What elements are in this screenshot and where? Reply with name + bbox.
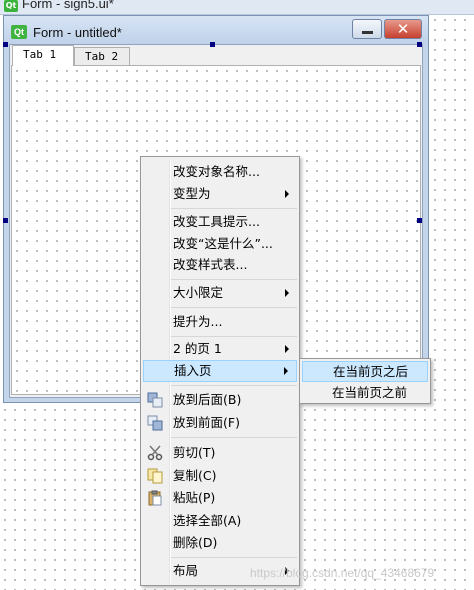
menu-separator — [171, 279, 297, 280]
menu-item-change-tooltip[interactable]: 改变工具提示... — [143, 211, 297, 233]
menu-item-label: 改变样式表... — [173, 257, 248, 272]
submenu-item-label: 在当前页之后 — [333, 364, 409, 379]
menu-item-label: 放到后面(B) — [173, 392, 242, 407]
minimize-icon — [362, 31, 373, 34]
menu-separator — [171, 437, 297, 438]
menu-item-label: 提升为... — [173, 314, 223, 329]
menu-item-change-object-name[interactable]: 改变对象名称... — [143, 161, 297, 183]
menu-item-label: 删除(D) — [173, 535, 218, 550]
copy-icon — [147, 468, 163, 484]
submenu-arrow-icon — [285, 289, 289, 297]
background-window-title: Form - sign5.ui* — [22, 0, 114, 11]
menu-item-label: 改变工具提示... — [173, 214, 260, 229]
menu-item-label: 粘贴(P) — [173, 490, 216, 505]
scissors-icon — [147, 445, 163, 461]
menu-separator — [171, 385, 297, 386]
menu-item-label: 布局 — [173, 563, 199, 578]
context-menu: 改变对象名称... 变型为 改变工具提示... 改变“这是什么”... 改变样式… — [140, 156, 300, 586]
menu-item-label: 放到前面(F) — [173, 415, 240, 430]
selection-handle[interactable] — [210, 42, 215, 47]
menu-item-label: 选择全部(A) — [173, 513, 242, 528]
tab-2[interactable]: Tab 2 — [74, 47, 130, 65]
menu-item-select-all[interactable]: 选择全部(A) — [143, 510, 297, 532]
menu-separator — [171, 557, 297, 558]
insert-page-submenu: 在当前页之后 在当前页之前 — [299, 358, 431, 404]
menu-item-promote-to[interactable]: 提升为... — [143, 311, 297, 333]
form-window-title: Form - untitled* — [33, 25, 122, 40]
submenu-item-after-current-page[interactable]: 在当前页之后 — [302, 361, 428, 382]
menu-item-label: 插入页 — [174, 363, 212, 378]
menu-item-label: 改变“这是什么”... — [173, 236, 273, 251]
close-icon: ✕ — [396, 20, 410, 38]
selection-handle[interactable] — [417, 218, 422, 223]
paste-icon — [148, 490, 162, 506]
menu-item-label: 改变对象名称... — [173, 164, 260, 179]
qt-logo-icon: Qt — [4, 0, 18, 12]
qt-logo-icon: Qt — [11, 25, 27, 39]
menu-item-label: 剪切(T) — [173, 445, 216, 460]
close-button[interactable]: ✕ — [384, 19, 422, 39]
menu-item-change-whats-this[interactable]: 改变“这是什么”... — [143, 233, 297, 255]
send-to-back-icon — [147, 392, 163, 408]
menu-item-insert-page[interactable]: 插入页 — [143, 360, 297, 382]
selection-handle[interactable] — [417, 42, 422, 47]
tab-bar: Tab 1 Tab 2 — [10, 45, 422, 66]
menu-item-label: 变型为 — [173, 186, 211, 201]
menu-item-label: 2 的页 1 — [173, 341, 222, 356]
background-window-titlebar: Qt Form - sign5.ui* — [0, 0, 474, 15]
submenu-item-before-current-page[interactable]: 在当前页之前 — [302, 382, 428, 403]
selection-handle[interactable] — [3, 42, 8, 47]
menu-item-delete[interactable]: 删除(D) — [143, 532, 297, 554]
submenu-arrow-icon — [285, 345, 289, 353]
form-window-titlebar[interactable]: Qt Form - untitled* ✕ — [4, 16, 428, 44]
menu-item-bring-to-front[interactable]: 放到前面(F) — [143, 412, 297, 434]
menu-separator — [171, 307, 297, 308]
menu-item-paste[interactable]: 粘贴(P) — [143, 487, 297, 509]
bring-to-front-icon — [147, 415, 163, 431]
selection-handle[interactable] — [3, 218, 8, 223]
menu-item-label: 复制(C) — [173, 468, 217, 483]
menu-item-size-constraints[interactable]: 大小限定 — [143, 282, 297, 304]
watermark-text: https://blog.csdn.net/qq_43468679 — [250, 566, 435, 580]
menu-item-change-stylesheet[interactable]: 改变样式表... — [143, 254, 297, 276]
menu-item-copy[interactable]: 复制(C) — [143, 465, 297, 487]
menu-item-label: 大小限定 — [173, 285, 224, 300]
menu-separator — [171, 208, 297, 209]
minimize-button[interactable] — [352, 19, 382, 39]
tab-1[interactable]: Tab 1 — [12, 45, 74, 66]
menu-item-cut[interactable]: 剪切(T) — [143, 442, 297, 464]
menu-item-page-of[interactable]: 2 的页 1 — [143, 338, 297, 360]
submenu-arrow-icon — [284, 367, 288, 375]
submenu-item-label: 在当前页之前 — [332, 385, 408, 400]
menu-item-send-to-back[interactable]: 放到后面(B) — [143, 389, 297, 411]
menu-item-morph-into[interactable]: 变型为 — [143, 183, 297, 205]
menu-separator — [171, 336, 297, 337]
submenu-arrow-icon — [285, 190, 289, 198]
